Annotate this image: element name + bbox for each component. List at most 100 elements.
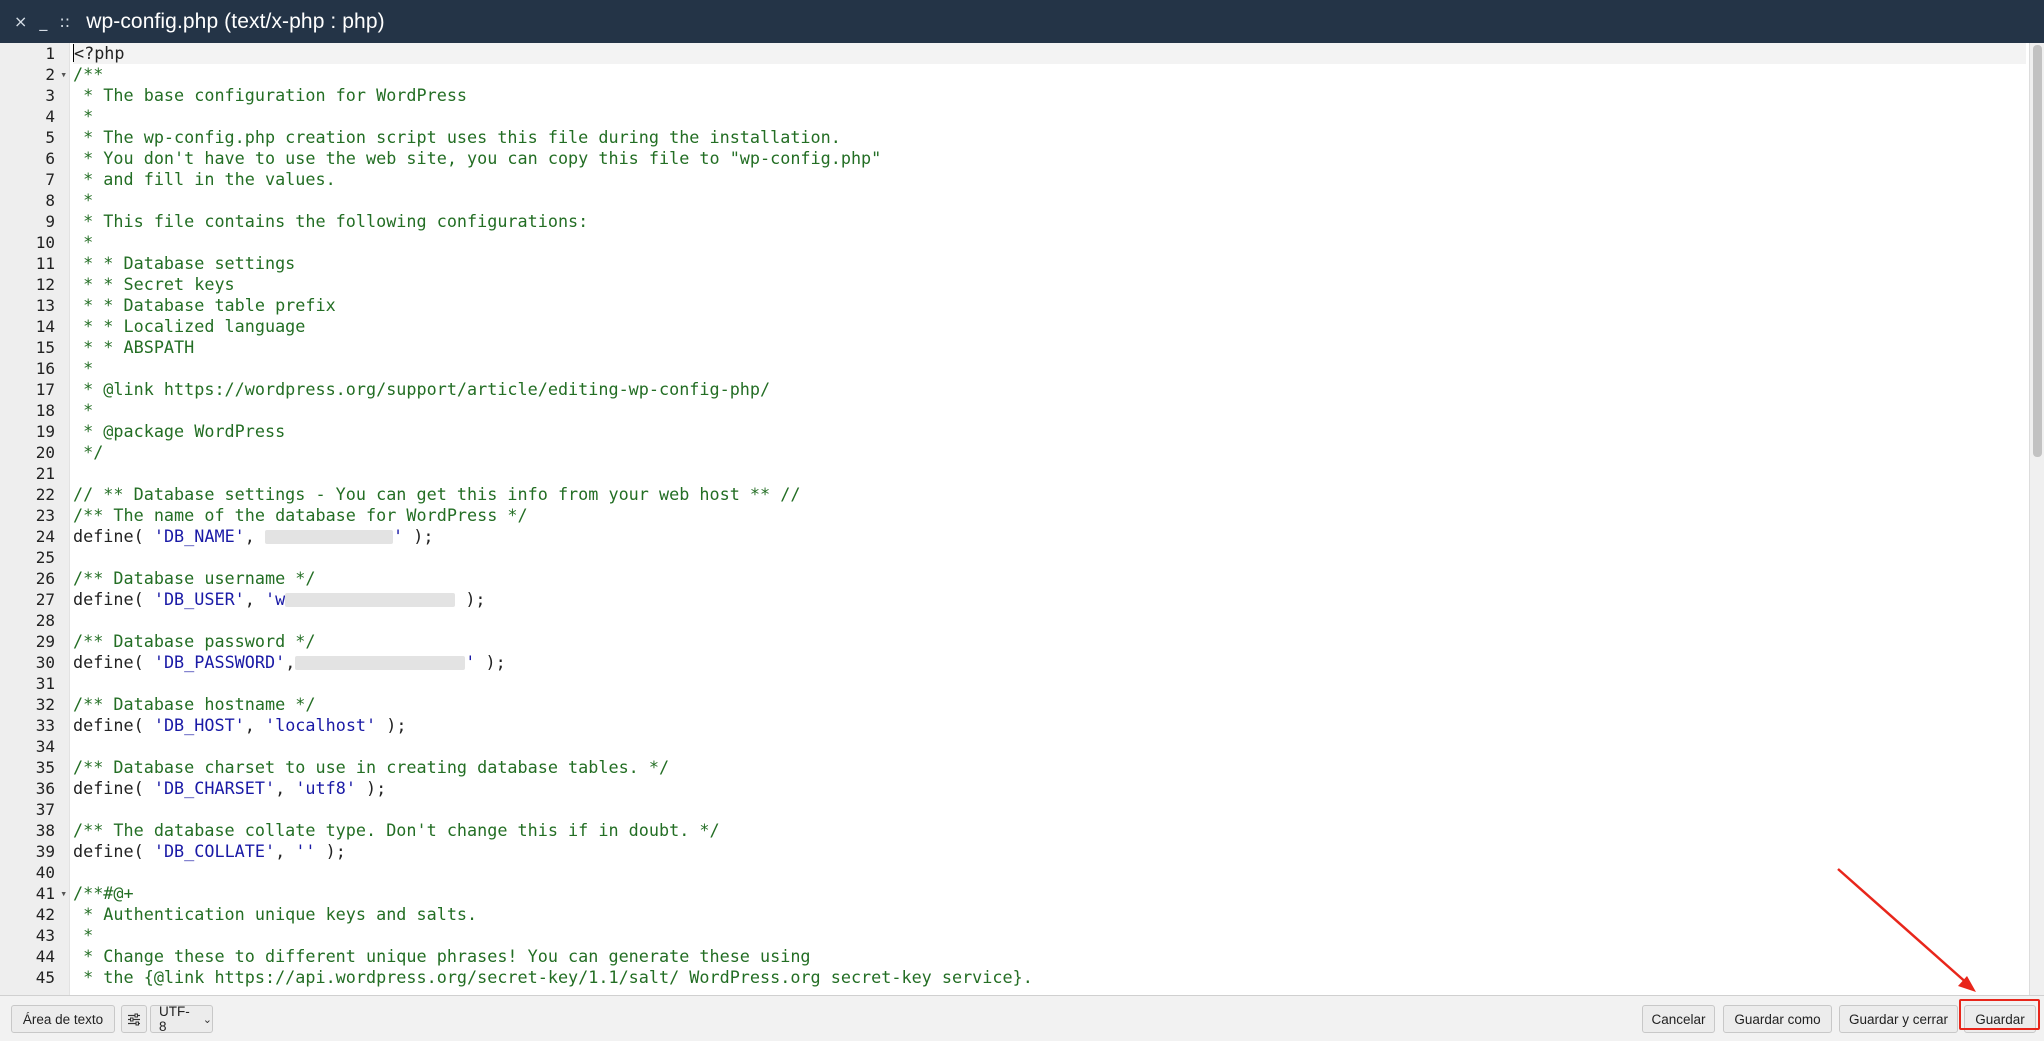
code-line[interactable]: * You don't have to use the web site, yo… xyxy=(73,148,2026,169)
line-number: 1 xyxy=(45,44,55,63)
code-line[interactable]: define( 'DB_PASSWORD', ' ); xyxy=(73,652,2026,673)
line-number: 9 xyxy=(45,212,55,231)
save-as-button[interactable]: Guardar como xyxy=(1723,1005,1832,1033)
code-line[interactable] xyxy=(73,862,2026,883)
code-line[interactable]: /** xyxy=(73,64,2026,85)
code-line[interactable]: * Change these to different unique phras… xyxy=(73,946,2026,967)
code-area[interactable]: <?php /** * The base configuration for W… xyxy=(73,43,2026,995)
code-line[interactable]: * * ABSPATH xyxy=(73,337,2026,358)
line-number: 33 xyxy=(35,716,55,735)
code-line[interactable]: /** Database hostname */ xyxy=(73,694,2026,715)
code-line[interactable]: /** Database charset to use in creating … xyxy=(73,757,2026,778)
line-number: 12 xyxy=(35,275,55,294)
code-line[interactable]: * xyxy=(73,358,2026,379)
line-number[interactable]: 2 xyxy=(0,64,69,85)
code-line[interactable]: * * Localized language xyxy=(73,316,2026,337)
line-number: 43 xyxy=(35,926,55,945)
line-number: 38 xyxy=(35,821,55,840)
code-line[interactable]: // ** Database settings - You can get th… xyxy=(73,484,2026,505)
code-line[interactable]: * This file contains the following confi… xyxy=(73,211,2026,232)
code-line[interactable]: * @link https://wordpress.org/support/ar… xyxy=(73,379,2026,400)
code-line[interactable]: * and fill in the values. xyxy=(73,169,2026,190)
line-number: 3 xyxy=(45,86,55,105)
code-line[interactable] xyxy=(73,610,2026,631)
cancel-button[interactable]: Cancelar xyxy=(1642,1005,1715,1033)
code-line[interactable]: define( 'DB_HOST', 'localhost' ); xyxy=(73,715,2026,736)
line-number: 27 xyxy=(35,590,55,609)
code-line[interactable] xyxy=(73,673,2026,694)
redacted-value xyxy=(265,530,393,544)
code-line[interactable] xyxy=(73,463,2026,484)
redacted-value xyxy=(285,593,456,607)
settings-sliders-icon[interactable] xyxy=(121,1005,147,1033)
line-number: 30 xyxy=(35,653,55,672)
line-number: 18 xyxy=(35,401,55,420)
line-number-gutter: 1234567891011121314151617181920212223242… xyxy=(0,43,70,995)
line-number: 6 xyxy=(45,149,55,168)
line-number: 5 xyxy=(45,128,55,147)
code-line[interactable]: /** The name of the database for WordPre… xyxy=(73,505,2026,526)
line-number: 37 xyxy=(35,800,55,819)
title-bar: × _ :: wp-config.php (text/x-php : php) xyxy=(0,0,2044,43)
line-number: 4 xyxy=(45,107,55,126)
code-line[interactable]: * * Database table prefix xyxy=(73,295,2026,316)
code-line[interactable]: <?php xyxy=(73,43,2026,64)
line-number: 29 xyxy=(35,632,55,651)
code-line[interactable]: define( 'DB_CHARSET', 'utf8' ); xyxy=(73,778,2026,799)
code-line[interactable]: define( 'DB_USER', 'w ); xyxy=(73,589,2026,610)
line-number: 16 xyxy=(35,359,55,378)
code-line[interactable]: define( 'DB_NAME', ' ); xyxy=(73,526,2026,547)
editor-window: × _ :: wp-config.php (text/x-php : php) … xyxy=(0,0,2044,1041)
code-editor[interactable]: 1234567891011121314151617181920212223242… xyxy=(0,43,2044,995)
line-number: 36 xyxy=(35,779,55,798)
code-line[interactable] xyxy=(73,547,2026,568)
code-line[interactable] xyxy=(73,736,2026,757)
code-line[interactable]: * xyxy=(73,190,2026,211)
vertical-scrollbar[interactable] xyxy=(2029,43,2044,995)
chevron-down-icon: ⌄ xyxy=(202,1013,212,1026)
line-number: 24 xyxy=(35,527,55,546)
code-line[interactable]: /** The database collate type. Don't cha… xyxy=(73,820,2026,841)
annotation-highlight-box xyxy=(1959,999,2040,1030)
line-number[interactable]: 41 xyxy=(0,883,69,904)
code-line[interactable]: * * Database settings xyxy=(73,253,2026,274)
line-number: 13 xyxy=(35,296,55,315)
code-line[interactable]: * xyxy=(73,106,2026,127)
line-number: 32 xyxy=(35,695,55,714)
code-line[interactable]: /** Database password */ xyxy=(73,631,2026,652)
line-number: 22 xyxy=(35,485,55,504)
code-line[interactable]: * The wp-config.php creation script uses… xyxy=(73,127,2026,148)
code-line[interactable]: */ xyxy=(73,442,2026,463)
code-line[interactable]: * the {@link https://api.wordpress.org/s… xyxy=(73,967,2026,988)
code-line[interactable]: * The base configuration for WordPress xyxy=(73,85,2026,106)
code-line[interactable]: * @package WordPress xyxy=(73,421,2026,442)
code-line[interactable]: * xyxy=(73,232,2026,253)
line-number: 11 xyxy=(35,254,55,273)
line-number: 20 xyxy=(35,443,55,462)
line-number: 19 xyxy=(35,422,55,441)
scrollbar-thumb[interactable] xyxy=(2033,45,2042,457)
line-number: 8 xyxy=(45,191,55,210)
code-line[interactable]: * * Secret keys xyxy=(73,274,2026,295)
line-number: 31 xyxy=(35,674,55,693)
line-number: 35 xyxy=(35,758,55,777)
sliders-icon xyxy=(128,1013,140,1025)
code-line[interactable]: /**#@+ xyxy=(73,883,2026,904)
redacted-value xyxy=(295,656,466,670)
close-icon[interactable]: × xyxy=(14,13,27,30)
drag-handle-icon[interactable]: :: xyxy=(59,13,70,30)
code-line[interactable]: * Authentication unique keys and salts. xyxy=(73,904,2026,925)
minimize-icon[interactable]: _ xyxy=(39,13,47,30)
line-number: 39 xyxy=(35,842,55,861)
save-and-close-button[interactable]: Guardar y cerrar xyxy=(1839,1005,1958,1033)
code-line[interactable]: * xyxy=(73,925,2026,946)
encoding-select[interactable]: UTF-8 ⌄ xyxy=(150,1004,213,1034)
line-number: 14 xyxy=(35,317,55,336)
window-title: wp-config.php (text/x-php : php) xyxy=(86,9,385,33)
code-line[interactable] xyxy=(73,799,2026,820)
code-line[interactable]: * xyxy=(73,400,2026,421)
line-number: 23 xyxy=(35,506,55,525)
textarea-toggle-button[interactable]: Área de texto xyxy=(11,1005,115,1033)
code-line[interactable]: define( 'DB_COLLATE', '' ); xyxy=(73,841,2026,862)
code-line[interactable]: /** Database username */ xyxy=(73,568,2026,589)
